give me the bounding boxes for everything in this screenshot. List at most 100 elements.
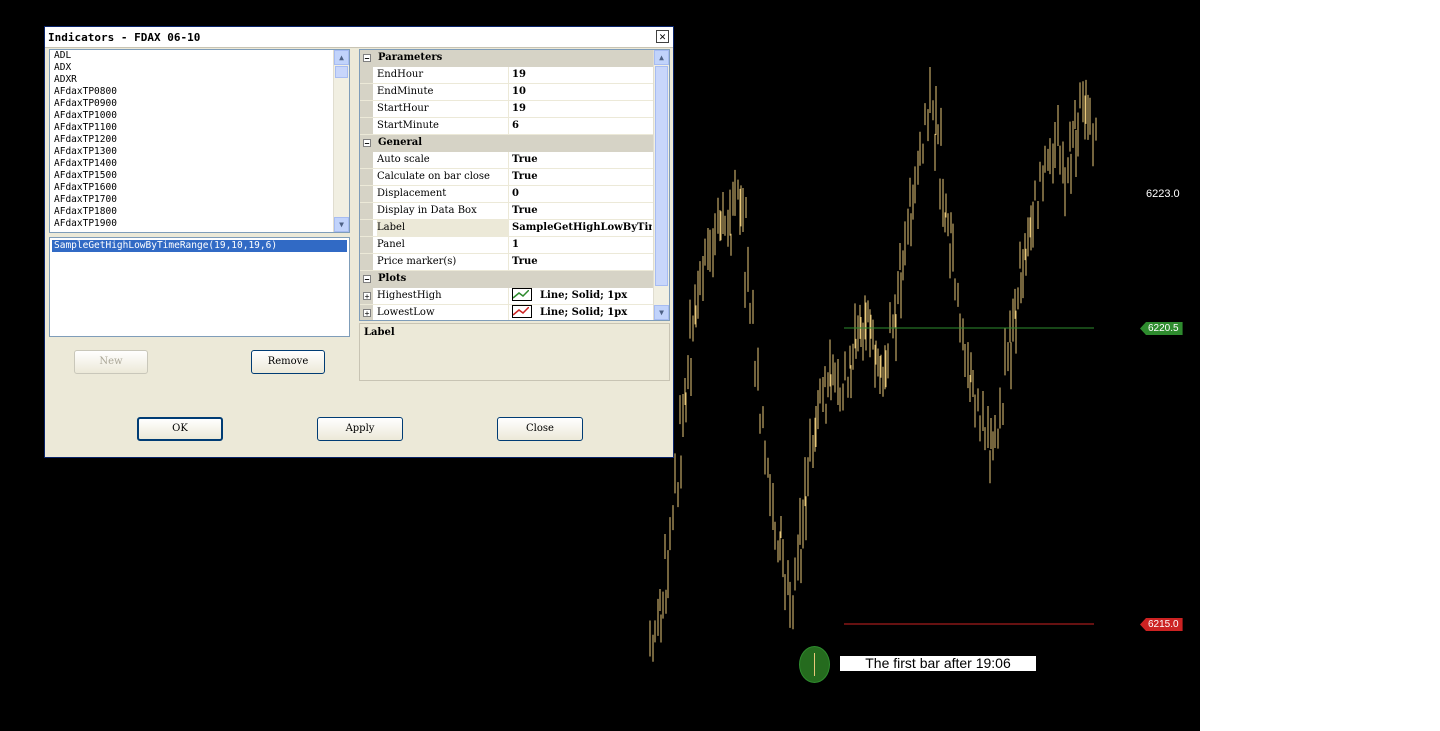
expand-icon[interactable]: + — [363, 292, 371, 301]
parameters-rows: EndHour 19 EndMinute 10 StartHour 19 StartMinu… — [360, 67, 669, 135]
collapse-icon[interactable]: − — [363, 139, 371, 148]
collapse-icon[interactable]: − — [363, 275, 371, 284]
row-gutter — [360, 118, 373, 134]
applied-indicator-item[interactable]: SampleGetHighLowByTimeRange(19,10,19,6) — [52, 240, 347, 252]
property-value[interactable]: 0 — [509, 186, 652, 202]
property-value[interactable]: 19 — [509, 67, 652, 83]
chart-annotation: The first bar after 19:06 — [840, 656, 1036, 671]
indicator-list-item[interactable]: AFdaxTP1200 — [50, 134, 349, 146]
dialog-titlebar[interactable]: Indicators - FDAX 06-10 ✕ — [45, 27, 673, 48]
property-name: Calculate on bar close — [377, 169, 509, 185]
indicator-list-item[interactable]: AFdaxTP1400 — [50, 158, 349, 170]
indicator-list-item[interactable]: AFdaxTP1300 — [50, 146, 349, 158]
indicator-list-item[interactable]: AFdaxTP0800 — [50, 86, 349, 98]
indicator-list[interactable]: ADL ADX ADXR AFdaxTP0800 AFdaxTP0900 AFdaxTP1… — [49, 49, 350, 233]
dialog-title: Indicators - FDAX 06-10 — [48, 31, 201, 44]
expand-icon[interactable]: + — [363, 309, 371, 318]
scroll-thumb[interactable] — [655, 66, 668, 286]
category-plots[interactable]: − Plots — [360, 271, 669, 288]
row-gutter — [360, 203, 373, 219]
indicator-list-item[interactable]: AFdaxTP1500 — [50, 170, 349, 182]
row-gutter — [360, 152, 373, 168]
property-name: LowestLow — [377, 305, 509, 320]
row-gutter: + — [360, 305, 373, 320]
property-row[interactable]: + HighestHigh Line; Solid; 1px — [360, 288, 669, 305]
property-name: Displacement — [377, 186, 509, 202]
general-rows: Auto scale True Calculate on bar close True… — [360, 152, 669, 271]
scroll-up-icon[interactable]: ▲ — [334, 50, 349, 65]
close-icon[interactable]: ✕ — [656, 30, 669, 43]
indicator-list-item[interactable]: AFdaxTP1700 — [50, 194, 349, 206]
property-value[interactable]: 1 — [509, 237, 652, 253]
property-name: EndHour — [377, 67, 509, 83]
property-value[interactable]: Line; Solid; 1px — [509, 288, 652, 304]
property-name: Label — [377, 220, 509, 236]
property-row[interactable]: StartMinute 6 — [360, 118, 669, 135]
property-row[interactable]: Calculate on bar close True — [360, 169, 669, 186]
indicator-list-item[interactable]: AFdaxTP1800 — [50, 206, 349, 218]
indicator-items: ADL ADX ADXR AFdaxTP0800 AFdaxTP0900 AFdaxTP1… — [50, 50, 349, 230]
indicator-list-item[interactable]: AFdaxTP1900 — [50, 218, 349, 230]
indicator-list-item[interactable]: AFdaxTP1100 — [50, 122, 349, 134]
property-name: StartHour — [377, 101, 509, 117]
indicator-list-item[interactable]: AFdaxTP1000 — [50, 110, 349, 122]
first-bar-marker — [799, 646, 830, 683]
plot-color-swatch-icon — [512, 288, 532, 301]
indicator-list-item[interactable]: ADX — [50, 62, 349, 74]
property-value[interactable]: Line; Solid; 1px — [509, 305, 652, 320]
row-gutter — [360, 237, 373, 253]
property-row[interactable]: Displacement 0 — [360, 186, 669, 203]
row-gutter: + — [360, 288, 373, 304]
indicator-list-scrollbar[interactable]: ▲ ▼ — [333, 50, 349, 232]
property-row[interactable]: Panel 1 — [360, 237, 669, 254]
property-value[interactable]: True — [509, 254, 652, 270]
apply-button[interactable]: Apply — [317, 417, 403, 441]
property-row[interactable]: Display in Data Box True — [360, 203, 669, 220]
property-value[interactable]: True — [509, 152, 652, 168]
property-row[interactable]: EndMinute 10 — [360, 84, 669, 101]
property-row[interactable]: Auto scale True — [360, 152, 669, 169]
property-grid-scrollbar[interactable]: ▲ ▼ — [653, 50, 669, 320]
remove-button[interactable]: Remove — [251, 350, 325, 374]
property-row[interactable]: EndHour 19 — [360, 67, 669, 84]
property-name: StartMinute — [377, 118, 509, 134]
indicator-list-item[interactable]: AFdaxTP1600 — [50, 182, 349, 194]
description-title: Label — [364, 327, 395, 338]
scroll-down-icon[interactable]: ▼ — [334, 217, 349, 232]
property-name: Panel — [377, 237, 509, 253]
property-description: Label — [359, 323, 670, 381]
scroll-up-icon[interactable]: ▲ — [654, 50, 669, 65]
scroll-down-icon[interactable]: ▼ — [654, 305, 669, 320]
property-value[interactable]: SampleGetHighLowByTimeRange — [509, 220, 652, 236]
property-value[interactable]: True — [509, 169, 652, 185]
property-grid[interactable]: − Parameters EndHour 19 EndMinute 10 StartHou… — [359, 49, 670, 321]
property-name: HighestHigh — [377, 288, 509, 304]
plot-color-swatch-icon — [512, 305, 532, 318]
price-axis-label: 6223.0 — [1146, 188, 1180, 200]
property-name: Display in Data Box — [377, 203, 509, 219]
property-row[interactable]: StartHour 19 — [360, 101, 669, 118]
indicator-list-item[interactable]: ADL — [50, 50, 349, 62]
property-name: EndMinute — [377, 84, 509, 100]
property-name: Price marker(s) — [377, 254, 509, 270]
applied-indicator-list[interactable]: SampleGetHighLowByTimeRange(19,10,19,6) — [49, 237, 350, 337]
close-button[interactable]: Close — [497, 417, 583, 441]
property-row[interactable]: Price marker(s) True — [360, 254, 669, 271]
category-parameters[interactable]: − Parameters — [360, 50, 669, 67]
new-button[interactable]: New — [74, 350, 148, 374]
scroll-thumb[interactable] — [335, 66, 348, 78]
property-value[interactable]: 10 — [509, 84, 652, 100]
indicator-list-item[interactable]: AFdaxTP0900 — [50, 98, 349, 110]
collapse-icon[interactable]: − — [363, 54, 371, 63]
property-value[interactable]: 6 — [509, 118, 652, 134]
ok-button[interactable]: OK — [137, 417, 223, 441]
category-general[interactable]: − General — [360, 135, 669, 152]
property-value[interactable]: True — [509, 203, 652, 219]
indicator-list-item[interactable]: ADXR — [50, 74, 349, 86]
property-value[interactable]: 19 — [509, 101, 652, 117]
property-row[interactable]: + LowestLow Line; Solid; 1px — [360, 305, 669, 320]
row-gutter — [360, 84, 373, 100]
plot-style-text: Line; Solid; 1px — [540, 290, 628, 301]
row-gutter — [360, 220, 373, 236]
property-row[interactable]: LabelSampleGetHighLowByTimeRange — [360, 220, 669, 237]
